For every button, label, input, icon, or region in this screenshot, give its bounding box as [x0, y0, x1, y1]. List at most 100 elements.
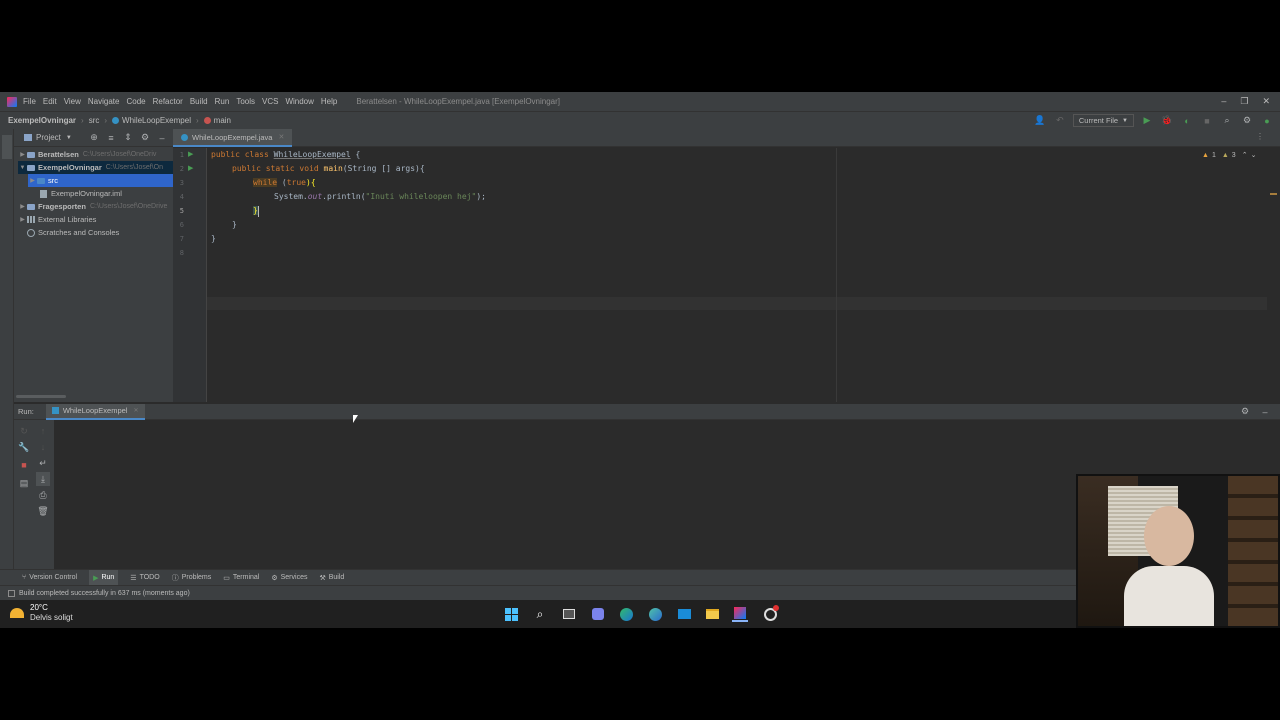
chevron-down-icon[interactable]: ▼: [18, 165, 27, 171]
chevron-down-icon[interactable]: ⌄: [1251, 151, 1257, 159]
scroll-down-icon[interactable]: ↓: [36, 440, 50, 454]
inspection-widget[interactable]: ▲ 1 ▲ 3 ⌃ ⌄: [1202, 151, 1257, 160]
menu-help[interactable]: Help: [321, 97, 337, 106]
breadcrumb-method[interactable]: main: [214, 116, 231, 125]
weather-widget[interactable]: 20°C Delvis soligt: [10, 603, 73, 623]
code-editor[interactable]: public class WhileLoopExempel { public s…: [207, 148, 1267, 402]
close-icon[interactable]: ✕: [1262, 96, 1270, 107]
code-line-3: while (true){: [253, 178, 316, 187]
intellij-taskbar-icon[interactable]: [732, 606, 748, 622]
expand-all-icon[interactable]: ≡: [104, 131, 118, 145]
teams-chat-icon[interactable]: [590, 606, 606, 622]
gear-icon[interactable]: ⚙: [1238, 405, 1252, 419]
menu-build[interactable]: Build: [190, 97, 208, 106]
stop-icon[interactable]: ■: [17, 458, 31, 472]
tab-terminal[interactable]: ▭ Terminal: [223, 574, 259, 582]
locate-icon[interactable]: ⊕: [87, 131, 101, 145]
run-gutter-icon[interactable]: ▶: [188, 150, 193, 158]
edge-icon[interactable]: [618, 606, 634, 622]
chevron-right-icon[interactable]: ▶: [18, 203, 27, 210]
structure-strip-button[interactable]: [2, 514, 12, 554]
wrench-icon[interactable]: 🔧: [17, 440, 31, 454]
collapse-all-icon[interactable]: ⇕: [121, 131, 135, 145]
back-icon[interactable]: ↶: [1053, 114, 1067, 128]
chevron-right-icon[interactable]: ▶: [28, 177, 37, 184]
tab-todo[interactable]: ☰ TODO: [130, 574, 159, 582]
print-icon[interactable]: ⎙: [36, 488, 50, 502]
tab-run[interactable]: ▶ Run: [89, 570, 119, 585]
editor-tab-whileloopexempel[interactable]: WhileLoopExempel.java ✕: [173, 129, 293, 147]
chevron-up-icon[interactable]: ⌃: [1242, 151, 1248, 159]
menu-navigate[interactable]: Navigate: [88, 97, 120, 106]
rerun-icon[interactable]: ↻: [17, 424, 31, 438]
tab-problems[interactable]: ⓘ Problems: [172, 573, 212, 583]
soft-wrap-icon[interactable]: ↵: [36, 456, 50, 470]
trash-icon[interactable]: 🗑: [36, 504, 50, 518]
tree-item-iml[interactable]: ExempelOvningar.iml: [40, 187, 173, 200]
menu-code[interactable]: Code: [126, 97, 145, 106]
tab-version-control[interactable]: ⑂ Version Control: [22, 574, 77, 581]
scroll-up-icon[interactable]: ↑: [36, 424, 50, 438]
run-tab[interactable]: WhileLoopExempel ✕: [45, 403, 145, 420]
menu-view[interactable]: View: [64, 97, 81, 106]
tab-services[interactable]: ⚙ Services: [271, 574, 307, 582]
menu-file[interactable]: File: [23, 97, 36, 106]
status-message[interactable]: Build completed successfully in 637 ms (…: [19, 590, 190, 597]
menu-window[interactable]: Window: [285, 97, 313, 106]
notifications-strip[interactable]: [1268, 132, 1278, 192]
windows-start-icon[interactable]: [503, 606, 519, 622]
breadcrumb-project[interactable]: ExempelOvningar: [8, 116, 76, 125]
file-explorer-icon[interactable]: [704, 606, 720, 622]
breadcrumb-class[interactable]: WhileLoopExempel: [122, 116, 191, 125]
run-toolwindow-header: Run: WhileLoopExempel ✕ ⚙ –: [14, 403, 1280, 420]
tree-item-external-libraries[interactable]: ▶ External Libraries: [18, 213, 173, 226]
mail-icon[interactable]: [676, 606, 692, 622]
tree-item-scratches[interactable]: Scratches and Consoles: [18, 226, 173, 239]
run-gutter-icon[interactable]: ▶: [188, 164, 193, 172]
project-panel-title[interactable]: Project: [36, 133, 61, 142]
search-icon[interactable]: ⌕: [1220, 114, 1234, 128]
edge-dev-icon[interactable]: [647, 606, 663, 622]
search-icon[interactable]: ⌕: [532, 606, 548, 622]
menu-tools[interactable]: Tools: [236, 97, 255, 106]
close-tab-icon[interactable]: ✕: [278, 133, 284, 141]
obs-icon[interactable]: [762, 605, 779, 622]
warning-stripe[interactable]: [1270, 193, 1277, 195]
hide-panel-icon[interactable]: –: [1258, 405, 1272, 419]
coverage-icon[interactable]: ◐: [1180, 114, 1194, 128]
update-icon[interactable]: ●: [1260, 114, 1274, 128]
run-icon[interactable]: ▶: [1140, 114, 1154, 128]
tab-label: Problems: [181, 574, 212, 581]
minimize-icon[interactable]: –: [1221, 96, 1226, 107]
debug-icon[interactable]: 🐞: [1160, 114, 1174, 128]
menu-run[interactable]: Run: [215, 97, 230, 106]
horizontal-scrollbar[interactable]: [16, 395, 66, 398]
scroll-to-end-icon[interactable]: ⤓: [36, 472, 50, 486]
close-tab-icon[interactable]: ✕: [133, 407, 138, 414]
restore-icon[interactable]: ❐: [1240, 96, 1248, 107]
menu-edit[interactable]: Edit: [43, 97, 57, 106]
run-config-icon: [51, 407, 59, 414]
settings-icon[interactable]: ⚙: [138, 131, 152, 145]
tab-build[interactable]: ⚒ Build: [319, 574, 344, 582]
run-config-select[interactable]: Current File ▼: [1072, 114, 1134, 127]
chevron-down-icon[interactable]: ▼: [66, 135, 72, 141]
stop-icon[interactable]: ■: [1200, 114, 1214, 128]
layout-icon[interactable]: ▤: [17, 476, 31, 490]
vcs-user-icon[interactable]: 👤: [1033, 114, 1047, 128]
menu-vcs[interactable]: VCS: [262, 97, 278, 106]
menu-refactor[interactable]: Refactor: [153, 97, 183, 106]
gear-icon[interactable]: ⚙: [1240, 114, 1254, 128]
tree-item-berattelsen[interactable]: ▶ Berattelsen C:\Users\Josef\OneDriv: [18, 148, 173, 161]
tree-item-exempelovningar[interactable]: ▼ ExempelOvningar C:\Users\Josef\On: [18, 161, 173, 174]
chevron-right-icon[interactable]: ▶: [18, 151, 27, 158]
project-strip-button[interactable]: [2, 135, 12, 159]
bookmarks-strip-button[interactable]: [2, 459, 12, 499]
hide-icon[interactable]: –: [155, 131, 169, 145]
tree-item-src[interactable]: ▶ src: [28, 174, 173, 187]
chevron-right-icon[interactable]: ▶: [18, 216, 27, 223]
more-tabs-icon[interactable]: ⋮: [1256, 132, 1264, 141]
breadcrumb-src[interactable]: src: [89, 116, 100, 125]
task-view-icon[interactable]: [561, 606, 577, 622]
tree-item-fragesporten[interactable]: ▶ Fragesporten C:\Users\Josef\OneDrive: [18, 200, 173, 213]
